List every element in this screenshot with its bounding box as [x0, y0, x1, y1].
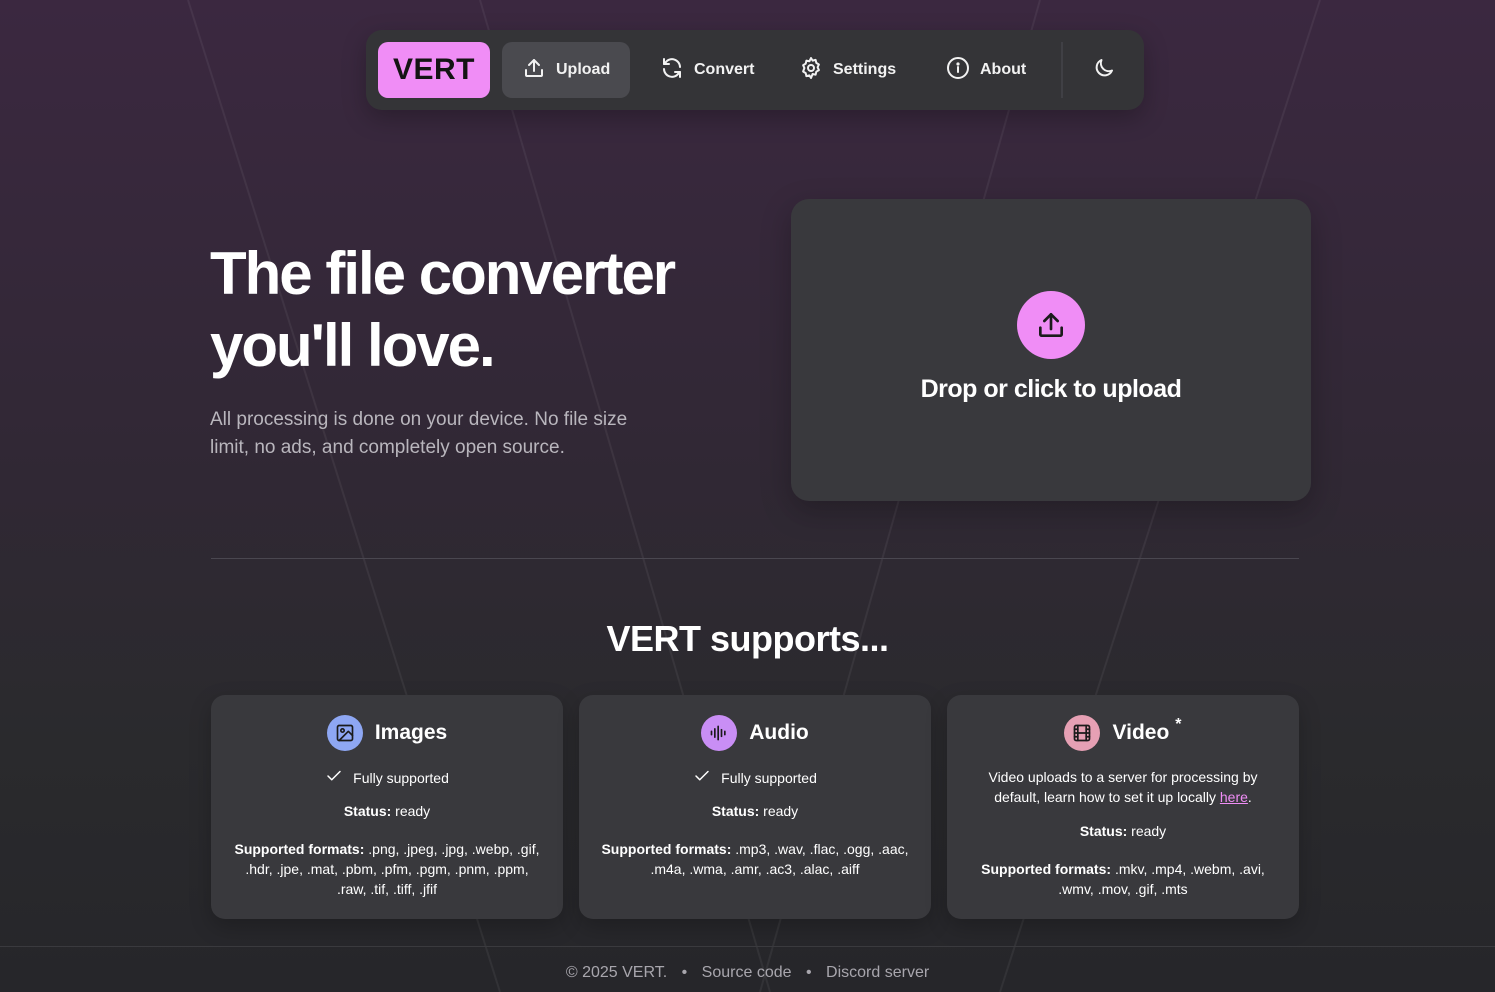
footer-divider — [0, 946, 1495, 947]
hero-title: The file converter you'll love. — [210, 238, 730, 382]
upload-label: Drop or click to upload — [920, 375, 1182, 403]
images-support-row: Fully supported — [211, 767, 563, 788]
nav-convert-label: Convert — [694, 61, 755, 78]
audio-waveform-icon — [701, 715, 738, 751]
audio-status-label: Status: — [711, 803, 760, 819]
images-support-label: Fully supported — [353, 769, 449, 786]
section-divider — [211, 558, 1299, 559]
video-setup-link[interactable]: here — [1220, 789, 1248, 805]
film-icon — [1064, 715, 1101, 751]
nav-settings-label: Settings — [833, 61, 897, 78]
footer-separator: • — [805, 964, 812, 981]
audio-support-row: Fully supported — [579, 767, 931, 788]
hero-title-line2: you'll love. — [210, 312, 496, 379]
video-status-label: Status: — [1079, 823, 1128, 839]
audio-support-label: Fully supported — [721, 769, 817, 786]
audio-card-title: Audio — [749, 721, 809, 744]
video-card-title: Video — [1112, 721, 1170, 744]
upload-dropzone[interactable]: Drop or click to upload — [791, 199, 1311, 501]
top-nav: VERT Upload Convert Settings About — [366, 30, 1144, 110]
images-status-label: Status: — [343, 803, 392, 819]
images-status: Status: ready — [211, 803, 563, 819]
video-card-asterisk: * — [1175, 716, 1182, 733]
video-status-value: ready — [1131, 823, 1167, 839]
upload-icon — [522, 56, 546, 85]
nav-upload-label: Upload — [556, 61, 611, 78]
video-formats-label: Supported formats: — [981, 861, 1112, 877]
supports-title: VERT supports... — [606, 618, 889, 659]
vert-logo[interactable]: VERT — [378, 42, 490, 98]
video-note-end: . — [1247, 789, 1252, 805]
images-card-title: Images — [374, 721, 448, 744]
images-formats-label: Supported formats: — [234, 841, 365, 857]
footer-separator: • — [681, 964, 688, 981]
audio-status-value: ready — [763, 803, 799, 819]
footer-source-code-link[interactable]: Source code — [702, 964, 792, 981]
info-icon — [946, 56, 970, 85]
nav-convert[interactable]: Convert — [640, 42, 774, 98]
theme-toggle-button[interactable] — [1082, 50, 1126, 90]
video-card: Video * Video uploads to a server for pr… — [947, 695, 1299, 919]
footer-discord-link[interactable]: Discord server — [826, 964, 929, 981]
hero-title-line1: The file converter — [210, 240, 676, 307]
video-note-text: Video uploads to a server for processing… — [988, 769, 1258, 805]
image-icon — [326, 715, 363, 751]
video-status: Status: ready — [947, 823, 1299, 839]
nav-about[interactable]: About — [926, 42, 1046, 98]
hero-subtitle-line1: All processing is done on your device. N… — [210, 409, 628, 430]
audio-formats-label: Supported formats: — [601, 841, 732, 857]
images-status-value: ready — [395, 803, 431, 819]
footer: © 2025 VERT. • Source code • Discord ser… — [0, 964, 1495, 982]
refresh-icon — [660, 56, 684, 85]
check-icon — [693, 767, 711, 788]
nav-divider — [1061, 42, 1063, 98]
video-formats: Supported formats: .mkv, .mp4, .webm, .a… — [969, 859, 1277, 899]
moon-icon — [1092, 56, 1116, 85]
hero-subtitle: All processing is done on your device. N… — [210, 406, 680, 462]
images-card: Images Fully supported Status: ready Sup… — [211, 695, 563, 919]
nav-settings[interactable]: Settings — [779, 42, 916, 98]
audio-formats: Supported formats: .mp3, .wav, .flac, .o… — [601, 839, 909, 879]
footer-copyright: © 2025 VERT. — [565, 964, 668, 981]
audio-card: Audio Fully supported Status: ready Supp… — [579, 695, 931, 919]
images-formats: Supported formats: .png, .jpeg, .jpg, .w… — [233, 839, 541, 899]
audio-status: Status: ready — [579, 803, 931, 819]
hero-subtitle-line2: limit, no ads, and completely open sourc… — [210, 437, 565, 458]
video-note: Video uploads to a server for processing… — [969, 767, 1277, 807]
nav-about-label: About — [980, 61, 1027, 78]
video-card-header: Video * — [947, 715, 1299, 751]
check-icon — [325, 767, 343, 788]
nav-upload[interactable]: Upload — [502, 42, 631, 98]
audio-card-header: Audio — [579, 715, 931, 751]
upload-icon — [1017, 291, 1085, 359]
images-card-header: Images — [211, 715, 563, 751]
gear-icon — [799, 56, 823, 85]
